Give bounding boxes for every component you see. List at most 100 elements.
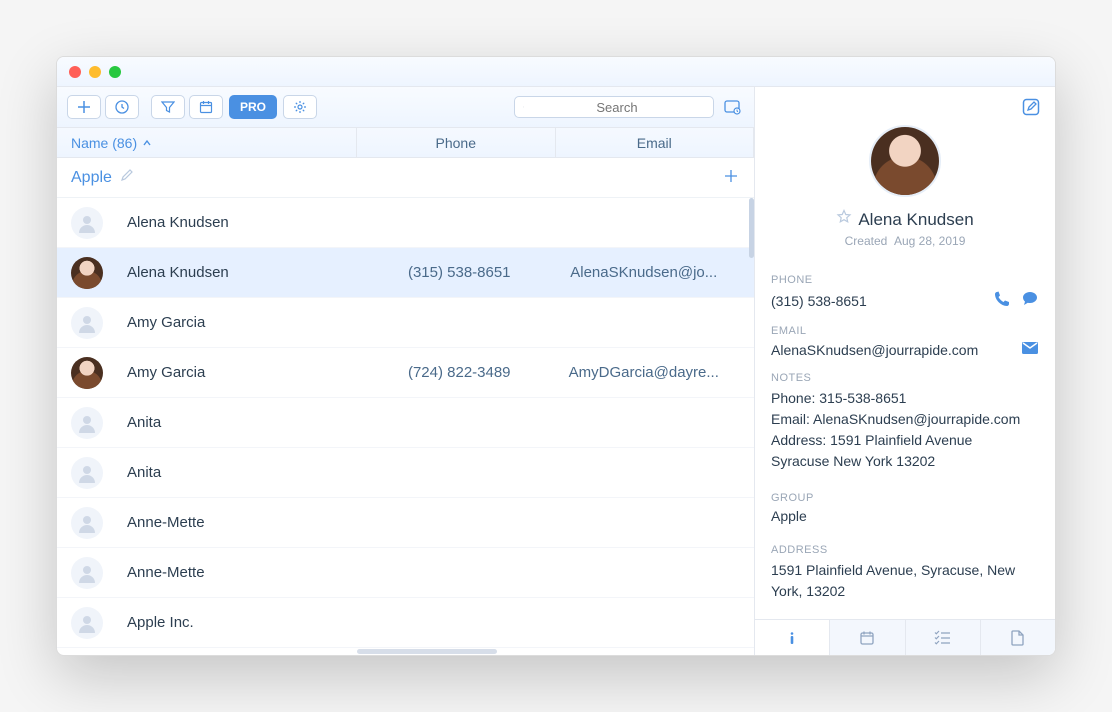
address-section-label: ADDRESS xyxy=(771,544,1039,556)
tab-tasks[interactable] xyxy=(906,620,981,655)
contact-name: Anita xyxy=(127,464,371,481)
avatar-photo xyxy=(71,357,103,389)
pro-button[interactable]: PRO xyxy=(229,95,277,119)
phone-column-label: Phone xyxy=(436,135,476,151)
name-column-label: Name (86) xyxy=(71,135,137,151)
titlebar xyxy=(57,57,1055,87)
contact-row[interactable]: Anita xyxy=(57,448,754,498)
contact-name: Anne-Mette xyxy=(127,564,371,581)
contact-name: Apple Inc. xyxy=(127,614,371,631)
close-button[interactable] xyxy=(69,66,81,78)
horizontal-scrollbar[interactable] xyxy=(57,649,754,655)
compose-icon xyxy=(1021,97,1041,117)
tab-documents[interactable] xyxy=(981,620,1055,655)
detail-created: Created Aug 28, 2019 xyxy=(845,234,966,248)
detail-group: Apple xyxy=(771,508,1039,524)
calendar-icon xyxy=(859,630,875,646)
detail-name: Alena Knudsen xyxy=(858,210,973,230)
contact-row[interactable]: Amy Garcia xyxy=(57,298,754,348)
email-column-label: Email xyxy=(637,135,672,151)
scrollbar-thumb[interactable] xyxy=(749,198,754,258)
calendar-icon xyxy=(199,100,213,114)
tab-info[interactable] xyxy=(755,620,830,655)
plus-icon xyxy=(77,100,91,114)
list-settings-icon xyxy=(723,98,741,116)
star-icon xyxy=(836,209,852,225)
contact-row[interactable]: Alena Knudsen xyxy=(57,198,754,248)
contact-name: Amy Garcia xyxy=(127,314,371,331)
group-title: Apple xyxy=(71,169,112,187)
detail-pane: Alena Knudsen Created Aug 28, 2019 PHONE… xyxy=(755,87,1055,655)
avatar-placeholder xyxy=(71,207,103,239)
contact-name: Anne-Mette xyxy=(127,514,371,531)
avatar-placeholder xyxy=(71,607,103,639)
contact-name: Alena Knudsen xyxy=(127,264,371,281)
avatar-placeholder xyxy=(71,407,103,439)
contact-row[interactable]: Anne-Mette xyxy=(57,498,754,548)
chat-icon xyxy=(1021,290,1039,308)
column-header: Name (86) Phone Email xyxy=(57,128,754,158)
detail-address: 1591 Plainfield Avenue, Syracuse, New Yo… xyxy=(771,560,1039,602)
avatar-photo xyxy=(71,257,103,289)
message-button[interactable] xyxy=(1021,290,1039,311)
edit-contact-button[interactable] xyxy=(1017,93,1045,121)
settings-button[interactable] xyxy=(283,95,317,119)
email-section-label: EMAIL xyxy=(771,325,1039,337)
phone-section-label: PHONE xyxy=(771,274,1039,286)
group-add-button[interactable] xyxy=(722,165,740,191)
contact-row[interactable]: Alena Knudsen(315) 538-8651AlenaSKnudsen… xyxy=(57,248,754,298)
search-input[interactable] xyxy=(529,100,705,115)
group-edit-button[interactable] xyxy=(120,168,134,187)
sort-asc-icon xyxy=(142,138,152,148)
detail-body: PHONE (315) 538-8651 EMAIL AlenaSKnudsen xyxy=(755,260,1055,619)
filter-button[interactable] xyxy=(151,95,185,119)
call-button[interactable] xyxy=(993,290,1011,311)
favorite-button[interactable] xyxy=(836,209,852,230)
avatar-placeholder xyxy=(71,307,103,339)
detail-notes: Phone: 315-538-8651 Email: AlenaSKnudsen… xyxy=(771,388,1039,472)
hscroll-thumb[interactable] xyxy=(357,649,497,654)
contact-row[interactable]: Apple Inc. xyxy=(57,598,754,648)
group-section-label: GROUP xyxy=(771,492,1039,504)
funnel-icon xyxy=(161,100,175,114)
contact-phone: (724) 822-3489 xyxy=(371,364,548,381)
minimize-button[interactable] xyxy=(89,66,101,78)
notes-section-label: NOTES xyxy=(771,372,1039,384)
toolbar: PRO xyxy=(57,87,754,128)
list-settings-button[interactable] xyxy=(720,95,744,119)
avatar-placeholder xyxy=(71,557,103,589)
detail-avatar xyxy=(869,125,941,197)
detail-email: AlenaSKnudsen@jourrapide.com xyxy=(771,342,1021,358)
left-pane: PRO Name (86) Phone xyxy=(57,87,755,655)
checklist-icon xyxy=(934,630,952,646)
detail-phone: (315) 538-8651 xyxy=(771,293,993,309)
pencil-icon xyxy=(120,168,134,182)
detail-tabs xyxy=(755,619,1055,655)
send-email-button[interactable] xyxy=(1021,341,1039,358)
contact-name: Amy Garcia xyxy=(127,364,371,381)
calendar-button[interactable] xyxy=(189,95,223,119)
main-area: PRO Name (86) Phone xyxy=(57,87,1055,655)
contact-phone: (315) 538-8651 xyxy=(371,264,548,281)
group-header: Apple xyxy=(57,158,754,198)
clock-icon xyxy=(115,100,129,114)
contact-email: AmyDGarcia@dayre... xyxy=(548,364,741,381)
contact-email: AlenaSKnudsen@jo... xyxy=(548,264,741,281)
contact-list[interactable]: Alena KnudsenAlena Knudsen(315) 538-8651… xyxy=(57,198,754,649)
contact-row[interactable]: Anne-Mette xyxy=(57,548,754,598)
maximize-button[interactable] xyxy=(109,66,121,78)
contact-name: Anita xyxy=(127,414,371,431)
phone-column-header[interactable]: Phone xyxy=(357,128,556,157)
contact-row[interactable]: Amy Garcia(724) 822-3489AmyDGarcia@dayre… xyxy=(57,348,754,398)
avatar-placeholder xyxy=(71,507,103,539)
detail-toolbar xyxy=(755,87,1055,125)
name-column-header[interactable]: Name (86) xyxy=(57,128,357,157)
tab-calendar[interactable] xyxy=(830,620,905,655)
search-box[interactable] xyxy=(514,96,714,118)
contact-row[interactable]: Anita xyxy=(57,398,754,448)
history-button[interactable] xyxy=(105,95,139,119)
email-column-header[interactable]: Email xyxy=(556,128,755,157)
contact-name: Alena Knudsen xyxy=(127,214,371,231)
add-button[interactable] xyxy=(67,95,101,119)
envelope-icon xyxy=(1021,341,1039,355)
